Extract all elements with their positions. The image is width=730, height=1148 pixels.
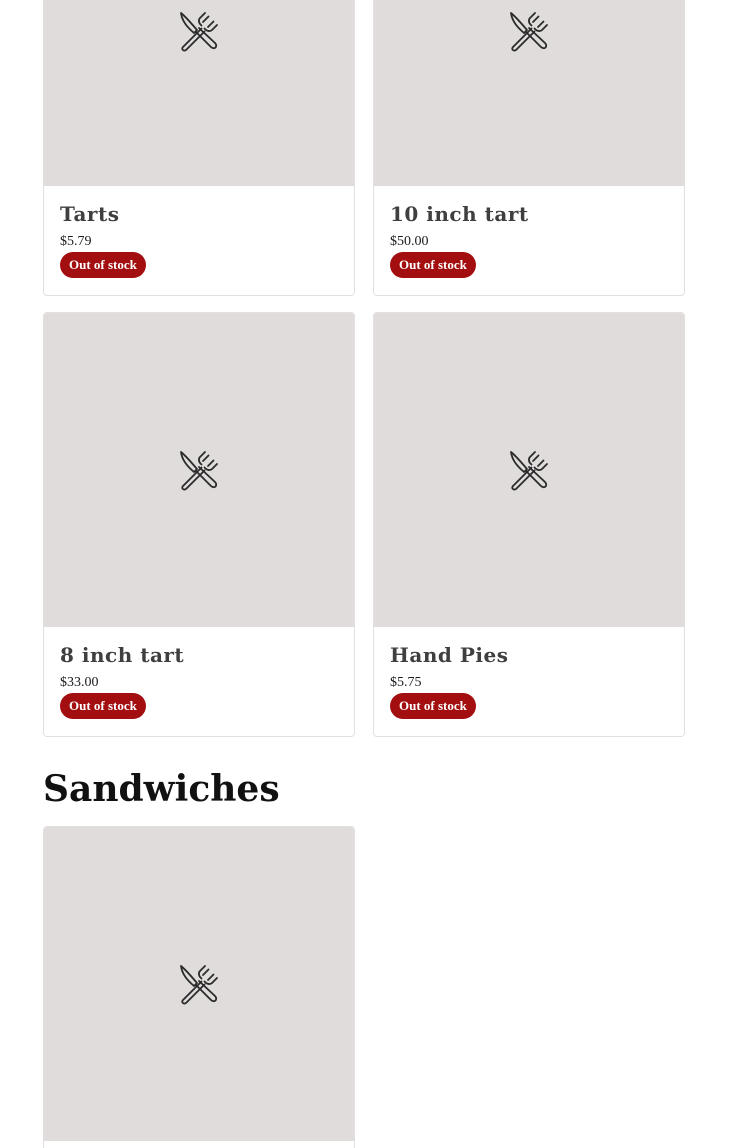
out-of-stock-badge: Out of stock xyxy=(390,252,476,278)
product-card-hand-pies[interactable]: Hand Pies $5.75 Out of stock xyxy=(373,312,685,737)
product-price: $5.75 xyxy=(390,675,422,690)
product-image-placeholder xyxy=(44,0,354,186)
out-of-stock-badge: Out of stock xyxy=(60,252,146,278)
fork-knife-icon xyxy=(507,448,551,492)
product-price: $5.79 xyxy=(60,234,92,249)
product-image-placeholder xyxy=(44,313,354,627)
out-of-stock-badge: Out of stock xyxy=(390,693,476,719)
product-card-8-inch-tart[interactable]: 8 inch tart $33.00 Out of stock xyxy=(43,312,355,737)
fork-knife-icon xyxy=(507,9,551,53)
fork-knife-icon xyxy=(177,9,221,53)
product-name: 8 inch tart xyxy=(60,643,185,667)
product-image-placeholder xyxy=(44,827,354,1141)
product-price: $33.00 xyxy=(60,675,99,690)
product-image-placeholder xyxy=(374,0,684,186)
fork-knife-icon xyxy=(177,448,221,492)
product-price: $50.00 xyxy=(390,234,429,249)
product-name: 10 inch tart xyxy=(390,202,529,226)
product-name: Hand Pies xyxy=(390,643,509,667)
product-image-placeholder xyxy=(374,313,684,627)
product-card-sandwich[interactable] xyxy=(43,826,355,1148)
out-of-stock-badge: Out of stock xyxy=(60,693,146,719)
section-heading-sandwiches: Sandwiches xyxy=(43,768,280,810)
product-card-10-inch-tart[interactable]: 10 inch tart $50.00 Out of stock xyxy=(373,0,685,296)
product-name: Tarts xyxy=(60,202,120,226)
product-card-tarts[interactable]: Tarts $5.79 Out of stock xyxy=(43,0,355,296)
fork-knife-icon xyxy=(177,962,221,1006)
